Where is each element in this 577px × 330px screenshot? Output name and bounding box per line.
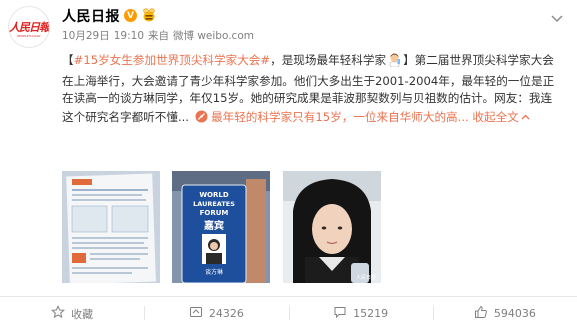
hashtag-link[interactable]: #15岁女生参加世界顶尖科学家大会# (74, 53, 271, 67)
open-bracket: 【 (62, 53, 74, 67)
repost-button[interactable]: 24326 (144, 297, 288, 330)
image-watermark: 人民日报 (356, 274, 376, 281)
collapse-chevron-icon[interactable] (521, 108, 530, 126)
like-button[interactable]: 594036 (432, 297, 577, 330)
repost-icon (189, 305, 203, 322)
action-bar: 收藏 24326 15219 594036 (0, 296, 577, 330)
avatar-logo-sub: PEOPLE'S DAILY (17, 34, 41, 38)
avatar-logo-text: 人民日報 (9, 20, 49, 34)
favorite-button[interactable]: 收藏 (0, 297, 144, 330)
post-image-badge[interactable]: WORLD LAUREATES FORUM 嘉宾 谈方琳 (172, 171, 270, 283)
member-bee-icon (141, 7, 157, 23)
badge-text-laureates: LAUREATES (193, 200, 235, 208)
verified-badge: V (124, 9, 137, 22)
star-icon (51, 304, 66, 322)
post-title-rest: ，是现场最年轻科学家 (270, 53, 387, 67)
post-time[interactable]: 19:10 (114, 30, 144, 42)
post-image-document[interactable] (62, 171, 160, 283)
comment-icon (333, 305, 347, 322)
collapse-link[interactable]: 收起全文 (472, 110, 518, 124)
badge-text-name: 谈方琳 (205, 268, 223, 276)
comment-count: 15219 (353, 307, 389, 320)
scientist-emoji-icon (387, 52, 402, 73)
favorite-label: 收藏 (71, 307, 94, 321)
chevron-down-icon[interactable] (551, 8, 563, 27)
avatar[interactable]: 人民日報 PEOPLE'S DAILY (8, 6, 50, 48)
comment-button[interactable]: 15219 (288, 297, 433, 330)
badge-text-forum: FORUM (200, 209, 229, 217)
post-source[interactable]: 微博 weibo.com (173, 30, 254, 42)
post-meta: 10月29日 19:10 来自 微博 weibo.com (62, 28, 258, 43)
post-image-portrait[interactable]: 人民日报 (283, 171, 381, 283)
post-date[interactable]: 10月29日 (62, 30, 110, 42)
account-name[interactable]: 人民日报 (62, 6, 120, 26)
source-prefix: 来自 (148, 30, 169, 42)
close-bracket: 】 (403, 53, 415, 67)
repost-count: 24326 (208, 307, 244, 320)
badge-text-world: WORLD (199, 191, 229, 199)
post-text: 【#15岁女生参加世界顶尖科学家大会#，是现场最年轻科学家 】第二届世界顶尖科学… (62, 52, 562, 128)
link-icon (195, 110, 208, 129)
badge-text-guest: 嘉宾 (203, 219, 224, 232)
like-count: 594036 (493, 307, 536, 320)
article-link[interactable]: 最年轻的科学家只有15岁，一位来自华师大的高... (211, 110, 469, 124)
thumbs-up-icon (474, 305, 488, 322)
